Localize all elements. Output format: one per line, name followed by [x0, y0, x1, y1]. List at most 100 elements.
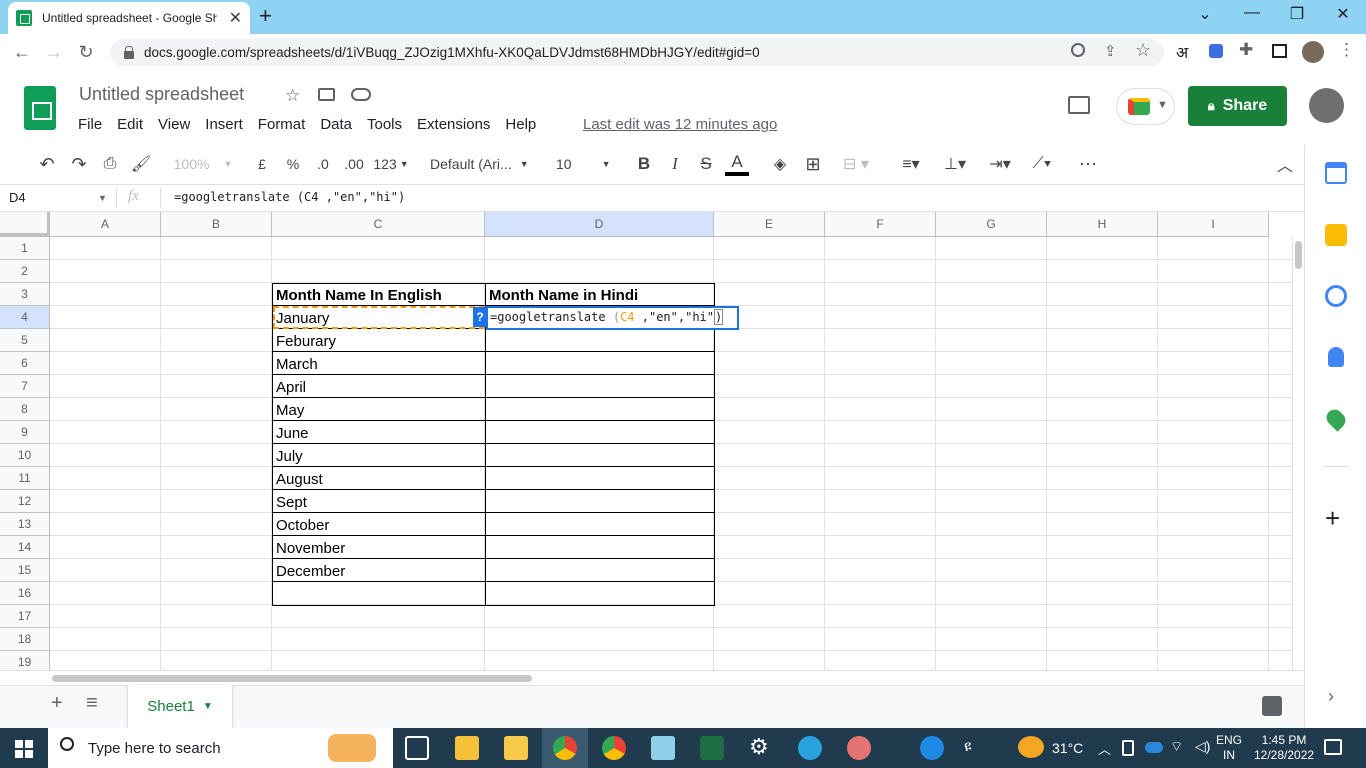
help-icon[interactable] [920, 736, 944, 760]
print-icon[interactable]: ⎙ [99, 152, 121, 176]
chrome-icon[interactable] [553, 736, 577, 760]
month-cell[interactable]: April [273, 377, 484, 396]
address-bar[interactable]: docs.google.com/spreadsheets/d/1iVBuqg_Z… [110, 39, 1164, 66]
bookmark-star-icon[interactable]: ☆ [1135, 40, 1151, 61]
borders-icon[interactable]: ⊞ [802, 152, 824, 176]
row-header-4[interactable]: 4 [0, 306, 50, 329]
translate-extension-icon[interactable]: अ [1176, 41, 1188, 63]
font-select[interactable]: Default (Ari... ▼ [430, 152, 536, 176]
contacts-icon[interactable] [1328, 347, 1344, 367]
row-header-15[interactable]: 15 [0, 559, 50, 582]
text-wrap-icon[interactable]: ⇥▾ [982, 152, 1018, 176]
column-header-h[interactable]: H [1047, 212, 1158, 237]
vertical-scroll-thumb[interactable] [1295, 241, 1302, 269]
zoom-icon[interactable] [1071, 43, 1085, 57]
row-header-13[interactable]: 13 [0, 513, 50, 536]
percent-button[interactable]: % [283, 152, 303, 176]
collapse-menu-icon[interactable]: ︿ [1274, 152, 1296, 176]
decrease-decimal-button[interactable]: .0 [311, 152, 335, 176]
undo-icon[interactable]: ↶ [36, 152, 58, 176]
sheets-logo-icon[interactable] [24, 86, 56, 130]
wifi-icon[interactable]: ⌔ [1170, 738, 1183, 756]
menu-insert[interactable]: Insert [205, 116, 243, 133]
cell-editor-d4[interactable]: =googletranslate (C4 ,"en","hi") [486, 306, 739, 330]
row-header-7[interactable]: 7 [0, 375, 50, 398]
close-window-icon[interactable]: ✕ [1328, 4, 1358, 24]
row-header-12[interactable]: 12 [0, 490, 50, 513]
minimize-icon[interactable]: — [1237, 4, 1267, 22]
zoom-select[interactable]: 100% ▼ [168, 152, 238, 176]
horizontal-align-icon[interactable]: ≡▾ [893, 152, 929, 176]
menu-help[interactable]: Help [505, 116, 536, 133]
text-rotation-icon[interactable]: ⟋▾ [1024, 152, 1060, 176]
notepad-icon[interactable] [651, 736, 675, 760]
column-header-f[interactable]: F [825, 212, 936, 237]
menu-format[interactable]: Format [258, 116, 306, 133]
menu-edit[interactable]: Edit [117, 116, 143, 133]
task-view-icon[interactable] [405, 736, 429, 760]
month-cell[interactable]: August [273, 469, 484, 488]
month-cell[interactable]: March [273, 354, 484, 373]
row-header-10[interactable]: 10 [0, 444, 50, 467]
menu-tools[interactable]: Tools [367, 116, 402, 133]
text-color-button[interactable]: A [725, 152, 749, 176]
row-header-17[interactable]: 17 [0, 605, 50, 628]
last-edit-link[interactable]: Last edit was 12 minutes ago [583, 116, 777, 133]
people-icon[interactable]: ዩ [964, 738, 972, 755]
horizontal-scrollbar[interactable] [0, 670, 1304, 685]
redo-icon[interactable]: ↷ [68, 152, 90, 176]
column-header-c[interactable]: C [272, 212, 485, 237]
month-cell[interactable]: Sept [273, 492, 484, 511]
share-page-icon[interactable]: ⇪ [1104, 42, 1117, 60]
more-formats-button[interactable]: 123 ▼ [371, 152, 411, 176]
browser-menu-icon[interactable]: ⋮ [1338, 40, 1355, 60]
mail-icon[interactable] [504, 736, 528, 760]
explore-icon[interactable] [1262, 696, 1282, 716]
month-cell[interactable]: June [273, 423, 484, 442]
font-size-select[interactable]: 10 ▼ [556, 152, 618, 176]
volume-icon[interactable]: ◁) [1195, 738, 1210, 755]
meet-button[interactable]: ▼ [1116, 88, 1175, 125]
device-icon[interactable] [1122, 740, 1134, 756]
row-header-14[interactable]: 14 [0, 536, 50, 559]
excel-icon[interactable] [700, 736, 724, 760]
menu-view[interactable]: View [158, 116, 190, 133]
currency-button[interactable]: £ [252, 152, 272, 176]
column-header-b[interactable]: B [161, 212, 272, 237]
row-header-6[interactable]: 6 [0, 352, 50, 375]
show-side-panel-icon[interactable]: › [1328, 686, 1334, 707]
vertical-align-icon[interactable]: ⊥▾ [937, 152, 973, 176]
row-header-9[interactable]: 9 [0, 421, 50, 444]
taskbar-search-box[interactable]: Type here to search [48, 728, 393, 768]
month-cell[interactable]: December [273, 561, 484, 580]
name-box-dropdown-icon[interactable]: ▼ [98, 193, 107, 203]
reload-icon[interactable]: ↻ [74, 42, 98, 63]
header-month-english[interactable]: Month Name In English [273, 285, 484, 304]
app-icon[interactable] [847, 736, 871, 760]
keep-icon[interactable] [1325, 224, 1347, 246]
row-header-18[interactable]: 18 [0, 628, 50, 651]
extensions-puzzle-icon[interactable]: ✚ [1239, 40, 1253, 60]
sheet-tab-sheet1[interactable]: Sheet1 ▼ [128, 685, 232, 728]
onedrive-icon[interactable] [1145, 742, 1163, 753]
row-header-2[interactable]: 2 [0, 260, 50, 283]
move-folder-icon[interactable] [318, 88, 335, 101]
restore-icon[interactable]: ❐ [1282, 4, 1312, 24]
month-cell[interactable]: October [273, 515, 484, 534]
forward-icon[interactable]: → [42, 42, 66, 63]
column-header-a[interactable]: A [50, 212, 161, 237]
more-options-icon[interactable]: ⋯ [1077, 152, 1099, 176]
italic-button[interactable]: I [665, 152, 685, 176]
month-cell[interactable]: Feburary [273, 331, 484, 350]
browser-tab[interactable]: Untitled spreadsheet - Google Sh ✕ [8, 2, 250, 34]
column-header-g[interactable]: G [936, 212, 1047, 237]
new-tab-icon[interactable]: + [259, 3, 272, 29]
vertical-scrollbar[interactable] [1292, 237, 1304, 670]
row-header-11[interactable]: 11 [0, 467, 50, 490]
close-tab-icon[interactable]: ✕ [229, 8, 242, 28]
add-sheet-button[interactable]: + [51, 692, 63, 715]
increase-decimal-button[interactable]: .00 [341, 152, 367, 176]
side-panel-icon[interactable] [1272, 44, 1287, 58]
settings-gear-icon[interactable]: ⚙ [749, 734, 769, 760]
row-header-1[interactable]: 1 [0, 237, 50, 260]
